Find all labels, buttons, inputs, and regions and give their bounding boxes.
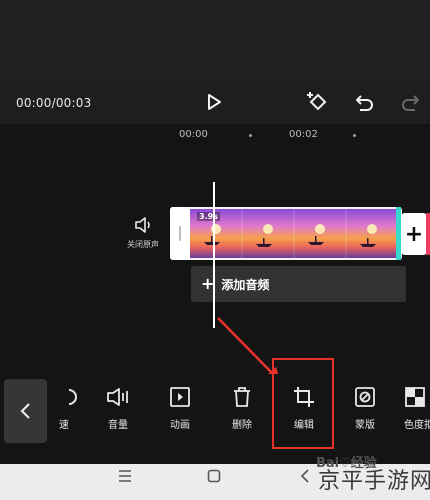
tool-chroma[interactable]: 色度抠: [404, 386, 430, 431]
trash-icon: [234, 387, 250, 407]
volume-icon: [107, 388, 128, 406]
tool-label: 色度抠: [404, 420, 430, 431]
tool-speed[interactable]: 速: [47, 386, 87, 431]
tool-label: 删除: [232, 420, 252, 431]
chroma-icon: [405, 387, 425, 407]
annotation-highlight-box: [272, 358, 334, 449]
tool-label: 音量: [108, 420, 128, 431]
tool-mask[interactable]: 蒙版: [345, 386, 385, 431]
toolbar-back-button[interactable]: [4, 379, 47, 443]
home-icon: [207, 469, 221, 483]
chevron-left-icon: [20, 403, 30, 419]
animation-icon: [170, 387, 190, 407]
watermark-site: 京平手游网: [318, 469, 430, 494]
menu-icon: [119, 470, 131, 482]
tool-label: 动画: [170, 420, 190, 431]
speed-icon: [68, 389, 77, 405]
home-nav-button[interactable]: [201, 466, 227, 486]
back-nav-button[interactable]: [292, 466, 318, 486]
tool-volume[interactable]: 音量: [98, 386, 138, 431]
mask-icon: [355, 387, 375, 407]
tool-label: 蒙版: [355, 420, 375, 431]
back-icon: [300, 469, 309, 483]
menu-nav-button[interactable]: [112, 466, 138, 486]
tool-animation[interactable]: 动画: [160, 386, 200, 431]
tool-delete[interactable]: 删除: [222, 386, 262, 431]
tool-label: 速: [59, 420, 69, 431]
